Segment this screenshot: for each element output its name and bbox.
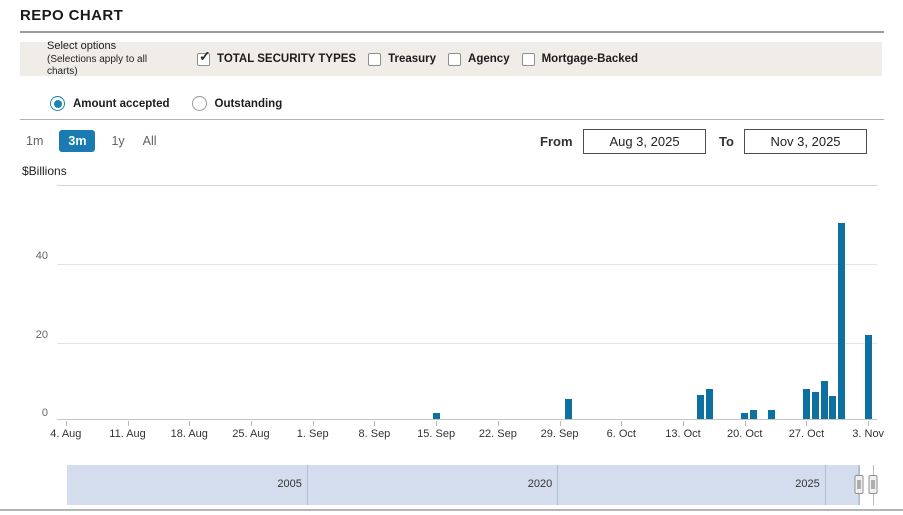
chart-bar[interactable] <box>820 381 828 419</box>
checkbox-item-total-security-types[interactable]: ✓ TOTAL SECURITY TYPES <box>197 49 357 66</box>
checkbox-label: Agency <box>468 53 510 65</box>
chart-bar[interactable] <box>838 223 846 419</box>
x-axis-label: 11. Aug <box>109 428 146 440</box>
timeline-navigator[interactable]: 2005 2020 2025 <box>67 465 880 505</box>
navigator-year-label: 2025 <box>795 478 820 490</box>
select-options-line1: Select options <box>47 40 117 53</box>
range-button-all[interactable]: All <box>141 130 159 152</box>
range-selector: 1m 3m 1y All <box>24 130 159 152</box>
checkbox-item-mortgage-backed[interactable]: Mortgage-Backed <box>521 52 639 66</box>
x-axis-label: 15. Sep <box>417 428 456 440</box>
navigator-left-handle[interactable] <box>854 475 864 494</box>
gridline-20 <box>57 342 877 344</box>
chart-bar[interactable] <box>802 388 810 419</box>
options-bar: Select options (Selections apply to all … <box>20 40 882 77</box>
x-axis-tick <box>127 421 129 426</box>
x-axis-tick <box>65 421 67 426</box>
navigator-year-tick <box>824 465 826 505</box>
x-axis-tick <box>497 421 499 426</box>
radio-dot <box>53 99 62 108</box>
x-axis-label: 3. Nov <box>852 428 885 440</box>
select-options-line2: (Selections apply to all charts) <box>47 53 148 77</box>
chart-bar[interactable] <box>705 389 713 419</box>
x-axis-tick <box>189 421 191 426</box>
navigator-year-label: 2020 <box>527 478 553 490</box>
y-tick-label: 0 <box>41 407 48 419</box>
chart-bar[interactable] <box>697 395 705 419</box>
range-button-1m[interactable]: 1m <box>24 130 45 152</box>
x-axis-label: 4. Aug <box>50 428 82 440</box>
navigator-mask[interactable] <box>67 465 859 505</box>
x-axis-label: 29. Sep <box>540 428 579 440</box>
x-axis-label: 8. Sep <box>358 428 391 440</box>
range-button-3m[interactable]: 3m <box>59 130 96 152</box>
checkbox-checked-icon[interactable]: ✓ <box>197 49 211 66</box>
chart-plot-area: 4. Aug 11. Aug 18. Aug 25. Aug 1. Sep 8. Sep 1… <box>50 185 884 440</box>
x-axis-label: 20. Oct <box>727 428 763 440</box>
radio-unselected-icon[interactable] <box>191 96 207 111</box>
x-axis-tick <box>250 421 252 426</box>
radio-label: Outstanding <box>214 97 283 110</box>
x-axis-label: 25. Aug <box>232 428 270 440</box>
chart-bar[interactable] <box>750 409 758 419</box>
checkbox-unchecked-icon[interactable] <box>368 52 382 66</box>
checkbox-unchecked-icon[interactable] <box>521 52 535 66</box>
radio-item-amount-accepted[interactable]: Amount accepted <box>50 96 170 111</box>
chart-bar[interactable] <box>767 410 775 419</box>
radio-label: Amount accepted <box>73 97 170 110</box>
checkbox-item-agency[interactable]: Agency <box>448 52 510 66</box>
x-axis-tick <box>744 421 746 426</box>
x-axis-label: 22. Sep <box>478 428 517 440</box>
checkbox-label: TOTAL SECURITY TYPES <box>217 53 357 65</box>
chart-bar[interactable] <box>864 334 872 419</box>
title-divider <box>20 31 884 33</box>
x-axis-tick <box>868 421 870 426</box>
checkbox-item-treasury[interactable]: Treasury <box>368 52 437 66</box>
gridline-40 <box>57 264 877 266</box>
checkmark-icon: ✓ <box>199 47 211 64</box>
navigator-year-tick <box>306 465 308 505</box>
section-divider <box>20 119 884 120</box>
series-toggle-radio-group: Amount accepted Outstanding <box>50 96 282 111</box>
chart-bar[interactable] <box>564 399 572 419</box>
y-tick-label: 40 <box>35 250 48 263</box>
to-label: To <box>719 134 734 149</box>
from-label: From <box>540 134 573 149</box>
to-date-input[interactable] <box>744 129 867 154</box>
x-axis-tick <box>374 421 376 426</box>
x-axis-tick <box>806 421 808 426</box>
security-type-checkbox-group: ✓ TOTAL SECURITY TYPES Treasury Agency Mortg… <box>197 49 639 66</box>
checkbox-unchecked-icon[interactable] <box>448 52 462 66</box>
navigator-year-tick <box>557 465 559 505</box>
select-options-label: Select options (Selections apply to all … <box>47 40 173 77</box>
chart-bar[interactable] <box>432 413 440 419</box>
x-axis-label: 27. Oct <box>788 428 825 440</box>
checkbox-label: Mortgage-Backed <box>541 53 639 65</box>
radio-selected-icon[interactable] <box>50 96 65 111</box>
checkbox-label: Treasury <box>388 53 437 65</box>
x-axis-label: 13. Oct <box>665 428 701 440</box>
y-tick-label: 20 <box>35 328 48 341</box>
page-title: REPO CHART <box>20 7 124 24</box>
x-axis-tick <box>312 421 314 426</box>
range-button-1y[interactable]: 1y <box>109 130 126 152</box>
x-axis-label: 1. Sep <box>296 428 329 440</box>
chart-bar[interactable] <box>811 391 819 419</box>
x-axis-tick <box>559 421 561 426</box>
x-axis-label: 6. Oct <box>606 428 636 440</box>
from-date-input[interactable] <box>583 129 706 154</box>
bottom-divider <box>0 509 903 511</box>
x-axis-label: 18. Aug <box>170 428 208 440</box>
y-axis-unit-label: $Billions <box>22 164 67 178</box>
radio-item-outstanding[interactable]: Outstanding <box>191 96 283 111</box>
chart-bar[interactable] <box>829 395 837 419</box>
x-axis-tick <box>621 421 623 426</box>
x-axis-tick <box>683 421 685 426</box>
chart-bar[interactable] <box>741 412 749 419</box>
navigator-right-handle[interactable] <box>868 475 878 494</box>
navigator-year-label: 2005 <box>277 478 302 490</box>
x-axis-tick <box>436 421 438 426</box>
